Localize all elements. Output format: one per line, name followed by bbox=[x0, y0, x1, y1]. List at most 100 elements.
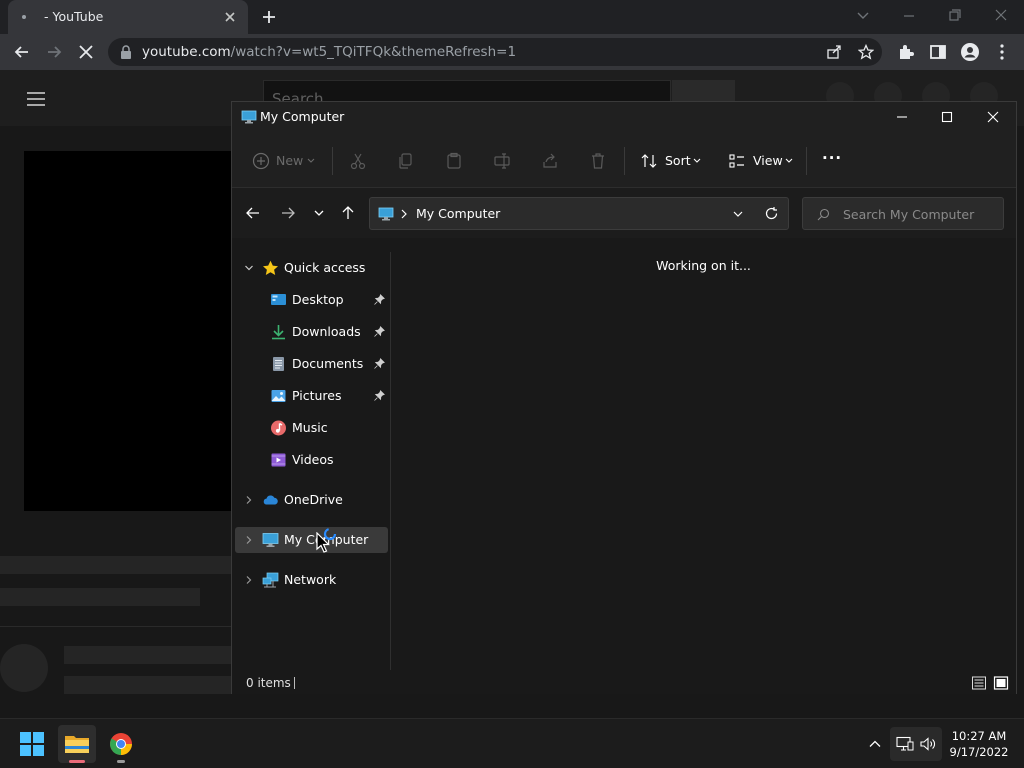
paste-icon[interactable] bbox=[445, 152, 463, 170]
new-tab-icon[interactable] bbox=[260, 8, 278, 26]
expanded-chevron-icon[interactable] bbox=[244, 263, 254, 273]
hamburger-menu-icon[interactable] bbox=[26, 91, 46, 107]
sidebar-item-label: Videos bbox=[292, 452, 334, 467]
refresh-icon[interactable] bbox=[764, 206, 779, 221]
tab-close-icon[interactable] bbox=[222, 9, 238, 25]
back-icon[interactable] bbox=[12, 42, 32, 62]
explorer-file-list[interactable]: Working on it... bbox=[391, 238, 1016, 672]
sidebar-item-label: OneDrive bbox=[284, 492, 343, 507]
collapsed-chevron-icon[interactable] bbox=[244, 535, 254, 545]
sidebar-item-my-computer[interactable]: My Computer bbox=[235, 527, 388, 553]
windows-taskbar: 10:27 AM 9/17/2022 bbox=[0, 718, 1024, 768]
explorer-address-bar[interactable]: My Computer bbox=[369, 197, 789, 230]
explorer-close-icon[interactable] bbox=[985, 109, 1001, 125]
sidebar-item-downloads[interactable]: Downloads bbox=[235, 319, 388, 345]
sort-button[interactable]: Sort bbox=[665, 153, 691, 168]
youtube-title-placeholder bbox=[0, 556, 231, 574]
browser-menu-icon[interactable] bbox=[992, 42, 1012, 62]
browser-close-icon[interactable] bbox=[990, 6, 1012, 26]
new-chevron-icon[interactable] bbox=[306, 156, 316, 174]
toolbar-divider bbox=[806, 147, 807, 175]
lock-icon[interactable] bbox=[120, 45, 132, 59]
pin-icon[interactable] bbox=[374, 294, 385, 306]
pin-icon[interactable] bbox=[374, 390, 385, 402]
sidebar-item-quick-access[interactable]: Quick access bbox=[235, 255, 388, 281]
large-icons-view-icon[interactable] bbox=[993, 675, 1009, 691]
breadcrumb-chevron-icon[interactable] bbox=[400, 208, 408, 220]
view-icon[interactable] bbox=[728, 152, 746, 170]
youtube-divider bbox=[0, 626, 231, 627]
forward-icon[interactable] bbox=[44, 42, 64, 62]
volume-icon bbox=[919, 736, 937, 752]
more-options-button[interactable]: ··· bbox=[822, 149, 842, 167]
start-button[interactable] bbox=[13, 725, 51, 763]
stop-loading-icon[interactable] bbox=[76, 42, 96, 62]
up-arrow-icon[interactable] bbox=[339, 204, 357, 222]
document-icon bbox=[270, 356, 287, 372]
sidebar-item-label: Pictures bbox=[292, 388, 342, 403]
pin-icon[interactable] bbox=[374, 326, 385, 338]
side-panel-icon[interactable] bbox=[928, 42, 948, 62]
computer-icon bbox=[378, 207, 394, 221]
browser-minimize-icon[interactable] bbox=[898, 6, 920, 26]
sidebar-item-music[interactable]: Music bbox=[235, 415, 388, 441]
explorer-search-input[interactable]: Search My Computer bbox=[802, 197, 1004, 230]
sidebar-item-desktop[interactable]: Desktop bbox=[235, 287, 388, 313]
chrome-icon bbox=[110, 733, 132, 755]
share-icon[interactable] bbox=[541, 152, 559, 170]
sidebar-item-label: Music bbox=[292, 420, 328, 435]
sidebar-item-videos[interactable]: Videos bbox=[235, 447, 388, 473]
share-icon[interactable] bbox=[826, 44, 842, 60]
browser-restore-icon[interactable] bbox=[944, 6, 966, 26]
delete-icon[interactable] bbox=[589, 152, 607, 170]
recent-locations-chevron-icon[interactable] bbox=[310, 204, 328, 222]
explorer-maximize-icon[interactable] bbox=[939, 109, 955, 125]
show-hidden-icons-icon[interactable] bbox=[868, 737, 882, 751]
new-plus-icon[interactable] bbox=[252, 152, 270, 170]
tab-search-icon[interactable] bbox=[852, 6, 874, 26]
explorer-minimize-icon[interactable] bbox=[894, 109, 910, 125]
running-app-indicator bbox=[117, 760, 125, 763]
sort-icon[interactable] bbox=[640, 152, 658, 170]
youtube-video-player[interactable] bbox=[24, 151, 234, 511]
download-icon bbox=[270, 324, 287, 340]
taskbar-chrome[interactable] bbox=[102, 725, 140, 763]
toolbar-divider bbox=[332, 147, 333, 175]
system-tray-group[interactable] bbox=[890, 727, 942, 761]
collapsed-chevron-icon[interactable] bbox=[244, 495, 254, 505]
sidebar-item-pictures[interactable]: Pictures bbox=[235, 383, 388, 409]
taskbar-clock[interactable]: 10:27 AM 9/17/2022 bbox=[946, 728, 1012, 760]
taskbar-file-explorer[interactable] bbox=[58, 725, 96, 763]
clock-date: 9/17/2022 bbox=[949, 745, 1009, 759]
address-dropdown-icon[interactable] bbox=[732, 208, 744, 220]
collapsed-chevron-icon[interactable] bbox=[244, 575, 254, 585]
back-arrow-icon[interactable] bbox=[244, 204, 262, 222]
youtube-channel-placeholder bbox=[64, 646, 231, 664]
extensions-icon[interactable] bbox=[896, 42, 916, 62]
forward-arrow-icon[interactable] bbox=[279, 204, 297, 222]
toolbar-divider bbox=[624, 147, 625, 175]
copy-icon[interactable] bbox=[397, 152, 415, 170]
browser-tab-strip: - YouTube bbox=[0, 0, 1024, 34]
view-button[interactable]: View bbox=[753, 153, 783, 168]
sidebar-item-documents[interactable]: Documents bbox=[235, 351, 388, 377]
address-bar[interactable]: youtube.com/watch?v=wt5_TQiTFQk&themeRef… bbox=[108, 38, 882, 66]
view-chevron-icon[interactable] bbox=[784, 156, 794, 174]
cut-icon[interactable] bbox=[349, 152, 367, 170]
bookmark-star-icon[interactable] bbox=[858, 44, 874, 60]
tab-loading-icon bbox=[22, 15, 26, 19]
explorer-status-bar: 0 items bbox=[232, 672, 1016, 694]
rename-icon[interactable] bbox=[493, 152, 511, 170]
pin-icon[interactable] bbox=[374, 358, 385, 370]
search-icon bbox=[817, 208, 830, 221]
new-button[interactable]: New bbox=[276, 153, 303, 168]
details-view-icon[interactable] bbox=[971, 675, 987, 691]
network-status-icon bbox=[896, 736, 914, 752]
browser-tab[interactable]: - YouTube bbox=[8, 0, 248, 34]
address-path[interactable]: My Computer bbox=[416, 206, 500, 221]
sidebar-item-network[interactable]: Network bbox=[235, 567, 388, 593]
sidebar-item-onedrive[interactable]: OneDrive bbox=[235, 487, 388, 513]
profile-icon[interactable] bbox=[960, 42, 980, 62]
explorer-title-bar[interactable]: My Computer bbox=[232, 102, 1016, 132]
sort-chevron-icon[interactable] bbox=[692, 156, 702, 174]
